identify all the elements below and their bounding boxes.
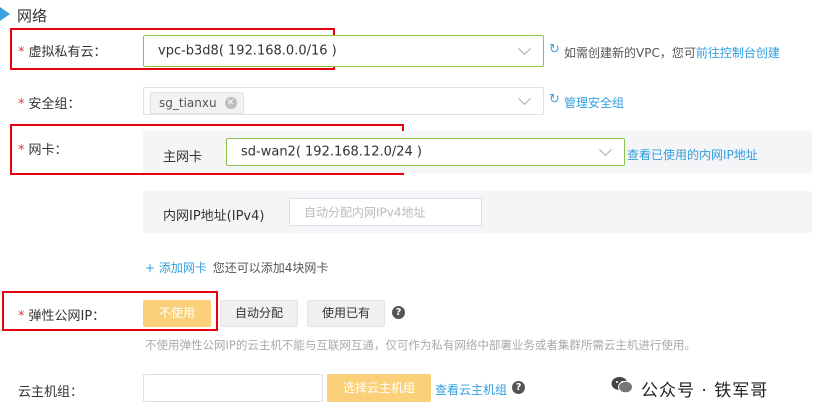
security-group-tag: sg_tianxu ✕ <box>150 92 244 114</box>
help-icon[interactable]: ? <box>512 381 525 394</box>
host-group-label: 云主机组： <box>18 385 84 400</box>
required-mark: * <box>18 45 25 60</box>
ip-input-placeholder: 自动分配内网IPv4地址 <box>304 205 426 220</box>
primary-nic-select[interactable]: sd-wan2( 192.168.12.0/24 ) <box>226 138 625 166</box>
vpc-hint: 如需创建新的VPC，您可 <box>564 46 696 60</box>
plus-icon: + <box>145 261 159 275</box>
nic-label: 网卡： <box>28 143 68 158</box>
add-nic-label: 添加网卡 <box>158 261 207 275</box>
chevron-down-icon <box>518 42 531 56</box>
section-title: 网络 <box>17 7 48 25</box>
host-group-input[interactable] <box>143 374 323 402</box>
chevron-down-icon <box>599 143 612 157</box>
vpc-label-wrap: * 虚拟私有云： <box>18 41 107 60</box>
refresh-icon[interactable]: ↻ <box>549 92 560 107</box>
required-mark: * <box>18 309 25 324</box>
vpc-select-value: vpc-b3d8( 192.168.0.0/16 ) <box>158 43 337 59</box>
required-mark: * <box>18 97 25 112</box>
eip-label-wrap: * 弹性公网IP： <box>18 305 105 324</box>
ip-label: 内网IP地址(IPv4) <box>163 209 265 224</box>
section-arrow-icon <box>0 7 10 21</box>
eip-label: 弹性公网IP： <box>28 309 106 324</box>
ip-input[interactable]: 自动分配内网IPv4地址 <box>289 198 482 226</box>
security-group-select[interactable]: sg_tianxu ✕ <box>143 87 544 115</box>
vpc-select[interactable]: vpc-b3d8( 192.168.0.0/16 ) <box>143 35 544 67</box>
eip-option-auto-button[interactable]: 自动分配 <box>220 300 298 327</box>
eip-option-none-button[interactable]: 不使用 <box>143 300 211 327</box>
add-nic-hint: 您还可以添加4块网卡 <box>212 261 329 275</box>
eip-description: 不使用弹性公网IP的云主机不能与互联网互通，仅可作为私有网络中部署业务或者集群所… <box>145 338 696 352</box>
watermark-text: 公众号 · 铁军哥 <box>641 381 769 401</box>
primary-nic-label: 主网卡 <box>163 150 203 165</box>
vpc-hint-wrap: 如需创建新的VPC，您可前往控制台创建 <box>564 44 780 61</box>
close-icon[interactable]: ✕ <box>224 97 237 109</box>
eip-option-existing-button[interactable]: 使用已有 <box>307 300 385 327</box>
vpc-label: 虚拟私有云： <box>28 45 107 60</box>
security-group-label-wrap: * 安全组： <box>18 93 81 112</box>
vpc-create-link[interactable]: 前往控制台创建 <box>696 46 780 60</box>
help-icon[interactable]: ? <box>392 306 405 319</box>
manage-security-group-link[interactable]: 管理安全组 <box>564 94 624 111</box>
required-mark: * <box>18 143 25 158</box>
wechat-icon <box>611 377 633 394</box>
refresh-icon[interactable]: ↻ <box>549 42 560 57</box>
select-host-group-button[interactable]: 选择云主机组 <box>327 374 431 402</box>
add-nic-wrap: + 添加网卡 您还可以添加4块网卡 <box>145 259 328 276</box>
security-group-label: 安全组： <box>28 97 81 112</box>
chevron-down-icon <box>518 92 531 106</box>
view-host-group-link[interactable]: 查看云主机组 <box>435 381 507 398</box>
add-nic-link[interactable]: + 添加网卡 <box>145 261 207 275</box>
nic-label-wrap: * 网卡： <box>18 139 68 158</box>
view-used-ip-link[interactable]: 查看已使用的内网IP地址 <box>627 146 758 163</box>
primary-nic-value: sd-wan2( 192.168.12.0/24 ) <box>241 144 422 160</box>
security-group-tag-label: sg_tianxu <box>159 96 217 110</box>
